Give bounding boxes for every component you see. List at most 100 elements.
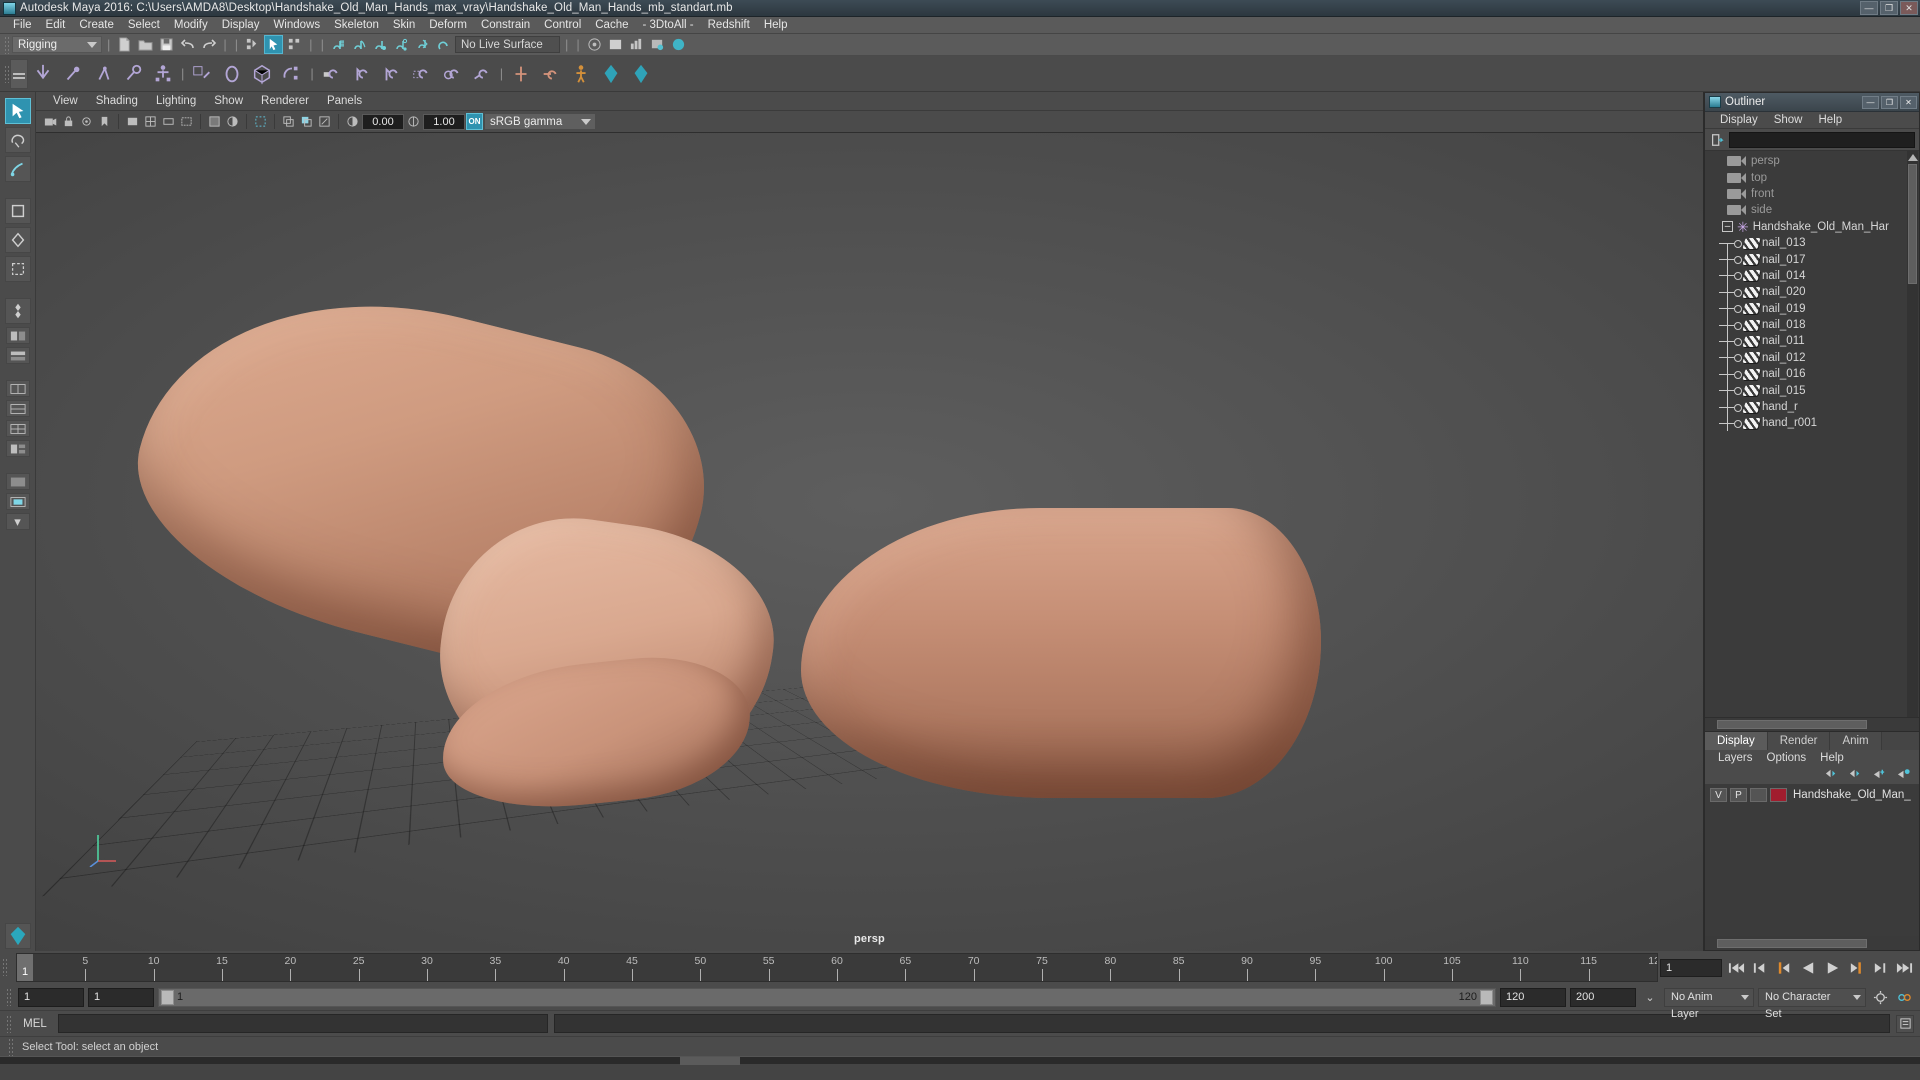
- view-transform-toggle-icon[interactable]: ON: [466, 113, 483, 130]
- layout-preset-2-icon[interactable]: [5, 400, 30, 417]
- camera-attributes-icon[interactable]: [78, 113, 95, 130]
- menu-skeleton[interactable]: Skeleton: [327, 17, 386, 34]
- layout-preset-4-icon[interactable]: [5, 440, 30, 457]
- outliner-item-mesh[interactable]: nail_011: [1705, 333, 1919, 349]
- outliner-item-mesh[interactable]: nail_012: [1705, 350, 1919, 366]
- scrollbar-thumb[interactable]: [1717, 938, 1867, 948]
- parent-constraint-icon[interactable]: [317, 59, 347, 89]
- outliner-item-group[interactable]: – ✳ Handshake_Old_Man_Har: [1705, 219, 1919, 235]
- gamma-icon[interactable]: [405, 113, 422, 130]
- tab-render[interactable]: Render: [1767, 732, 1831, 750]
- scroll-up-arrow-icon[interactable]: [1907, 154, 1918, 161]
- layout-preset-3-icon[interactable]: [5, 420, 30, 437]
- undo-icon[interactable]: [178, 35, 197, 54]
- color-management-toggle-icon[interactable]: [344, 113, 361, 130]
- menu-create[interactable]: Create: [72, 17, 121, 34]
- menu-modify[interactable]: Modify: [167, 17, 215, 34]
- playback-options-icon[interactable]: [1894, 987, 1914, 1007]
- shelf-grip[interactable]: [4, 64, 10, 83]
- bind-skin-icon[interactable]: [148, 59, 178, 89]
- snap-curve-icon[interactable]: [350, 35, 369, 54]
- outliner-item-mesh[interactable]: hand_r: [1705, 399, 1919, 415]
- human-ik-icon[interactable]: [596, 59, 626, 89]
- gate-mask-icon[interactable]: [206, 113, 223, 130]
- isolate-select-icon[interactable]: [252, 113, 269, 130]
- ik-handle-icon[interactable]: [118, 59, 148, 89]
- persp-graph-layout-icon[interactable]: [5, 347, 30, 364]
- xray-joints-icon[interactable]: [298, 113, 315, 130]
- paint-weights-icon[interactable]: [187, 59, 217, 89]
- bookmark-icon[interactable]: [96, 113, 113, 130]
- go-to-start-button[interactable]: [1726, 958, 1746, 978]
- insert-joint-icon[interactable]: [58, 59, 88, 89]
- xray-active-components-icon[interactable]: [316, 113, 333, 130]
- select-component-icon[interactable]: [285, 35, 304, 54]
- range-end-handle[interactable]: [1480, 989, 1493, 1005]
- layer-playback-toggle[interactable]: P: [1730, 787, 1747, 802]
- select-hierarchy-icon[interactable]: [243, 35, 262, 54]
- range-start-field[interactable]: 1: [18, 987, 84, 1007]
- scale-constraint-icon[interactable]: [407, 59, 437, 89]
- range-end-field[interactable]: 1: [88, 987, 154, 1007]
- layout-preset-1-icon[interactable]: [5, 380, 30, 397]
- menu-help[interactable]: Help: [757, 17, 795, 34]
- viewport-3d-canvas[interactable]: persp: [36, 133, 1703, 951]
- outliner-menu-show[interactable]: Show: [1766, 114, 1811, 126]
- layer-state-toggle[interactable]: [1750, 787, 1767, 802]
- menu-deform[interactable]: Deform: [422, 17, 474, 34]
- live-surface-field[interactable]: No Live Surface: [454, 36, 560, 53]
- image-plane-icon[interactable]: [124, 113, 141, 130]
- set-preferred-angle-icon[interactable]: [506, 59, 536, 89]
- menu-display[interactable]: Display: [215, 17, 267, 34]
- human-ik-2-icon[interactable]: [626, 59, 656, 89]
- scale-tool-icon[interactable]: [4, 256, 31, 282]
- auto-key-icon[interactable]: ⌄: [1640, 987, 1660, 1007]
- layer-color-swatch[interactable]: [1770, 787, 1787, 802]
- move-layer-up-icon[interactable]: [1824, 767, 1839, 783]
- scrollbar-thumb[interactable]: [1717, 720, 1867, 729]
- render-settings-icon[interactable]: [648, 35, 667, 54]
- step-back-keyframe-button[interactable]: [1750, 958, 1770, 978]
- layout-more-icon[interactable]: ▾: [5, 513, 30, 530]
- wrap-deformer-icon[interactable]: [277, 59, 307, 89]
- lock-camera-icon[interactable]: [60, 113, 77, 130]
- script-editor-button[interactable]: [1896, 1014, 1914, 1033]
- render-current-frame-icon[interactable]: [606, 35, 625, 54]
- layer-menu-help[interactable]: Help: [1813, 752, 1851, 764]
- exposure-value-field[interactable]: 0.00: [362, 113, 404, 130]
- filter-icon[interactable]: [1709, 132, 1725, 148]
- outliner-vertical-scrollbar[interactable]: [1907, 151, 1918, 717]
- menu-select[interactable]: Select: [121, 17, 167, 34]
- outliner-horizontal-scrollbar[interactable]: [1705, 717, 1919, 731]
- select-camera-icon[interactable]: [42, 113, 59, 130]
- ipr-render-icon[interactable]: [627, 35, 646, 54]
- outliner-item-mesh[interactable]: nail_017: [1705, 251, 1919, 267]
- scrollbar-thumb[interactable]: [1908, 164, 1917, 284]
- gamma-value-field[interactable]: 1.00: [423, 113, 465, 130]
- lattice-deformer-icon[interactable]: [217, 59, 247, 89]
- mel-command-input[interactable]: [58, 1014, 548, 1033]
- tab-anim[interactable]: Anim: [1830, 732, 1882, 750]
- cluster-deformer-icon[interactable]: [247, 59, 277, 89]
- close-button[interactable]: ✕: [1900, 1, 1918, 15]
- outliner-menu-display[interactable]: Display: [1712, 114, 1766, 126]
- lasso-tool-icon[interactable]: [4, 127, 31, 153]
- outliner-item-top[interactable]: top: [1705, 169, 1919, 185]
- make-live-icon[interactable]: [434, 35, 453, 54]
- menu-edit[interactable]: Edit: [39, 17, 73, 34]
- menu-control[interactable]: Control: [537, 17, 588, 34]
- viewport-menu-panels[interactable]: Panels: [318, 92, 371, 111]
- anim-start-field[interactable]: 120: [1500, 987, 1566, 1007]
- play-backwards-button[interactable]: [1798, 958, 1818, 978]
- outliner-item-persp[interactable]: persp: [1705, 153, 1919, 169]
- range-grip[interactable]: [6, 988, 12, 1006]
- step-back-frame-button[interactable]: [1774, 958, 1794, 978]
- select-object-icon[interactable]: [264, 35, 284, 54]
- mel-grip[interactable]: [6, 1014, 12, 1033]
- step-forward-keyframe-button[interactable]: [1870, 958, 1890, 978]
- viewport-menu-show[interactable]: Show: [205, 92, 252, 111]
- render-view-icon[interactable]: [585, 35, 604, 54]
- outliner-close-button[interactable]: ✕: [1900, 95, 1917, 109]
- new-scene-icon[interactable]: [115, 35, 134, 54]
- new-layer-icon[interactable]: [1872, 767, 1887, 783]
